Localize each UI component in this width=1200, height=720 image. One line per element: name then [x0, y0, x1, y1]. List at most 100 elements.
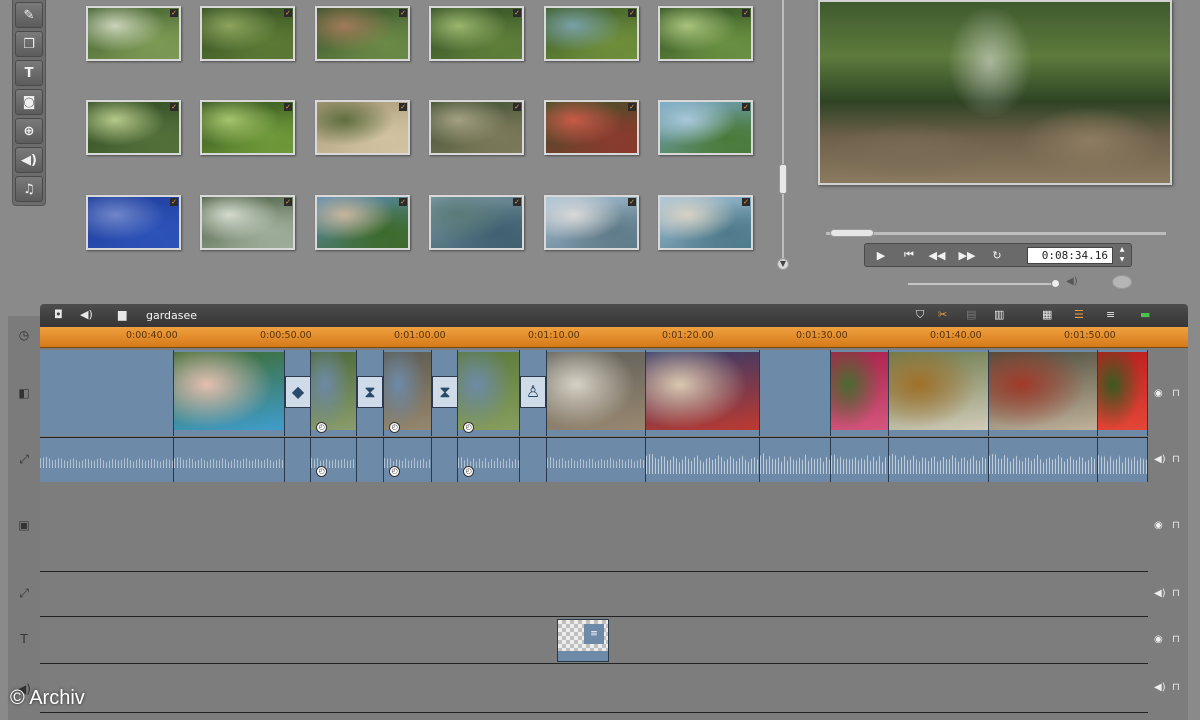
timecode-spinner[interactable]: ▲ ▼ [1115, 245, 1129, 265]
eye-icon[interactable]: ◉ [1154, 634, 1163, 645]
media-thumbnail[interactable]: ✓ [658, 6, 753, 61]
scroll-down-icon[interactable]: ▼ [777, 258, 789, 270]
lane-divider [40, 712, 1148, 713]
video-clip[interactable] [646, 350, 760, 436]
volume-slider[interactable] [908, 283, 1058, 285]
lock-icon[interactable]: ⊓ [1172, 520, 1180, 531]
forward-icon[interactable]: ▶▶ [955, 246, 979, 264]
media-thumbnail[interactable]: ✓ [658, 100, 753, 155]
media-thumbnail[interactable]: ✓ [86, 100, 181, 155]
timeline-view-icon[interactable]: ☰ [1074, 308, 1084, 321]
shield-icon[interactable]: ⛉ [916, 308, 924, 322]
audio-clip[interactable] [285, 438, 311, 482]
media-thumbnail[interactable]: ✓ [658, 195, 753, 250]
camcorder-icon[interactable]: ◘ [54, 308, 63, 321]
rewind-icon[interactable]: ◀◀ [925, 246, 949, 264]
video-clip[interactable] [760, 350, 831, 436]
audio-clip[interactable] [547, 438, 646, 482]
video-clip[interactable] [1098, 350, 1148, 436]
video-clip[interactable] [174, 350, 285, 436]
title-track-icon[interactable]: T [16, 632, 32, 648]
speaker-icon[interactable]: ◀) [80, 308, 93, 321]
scroll-thumb[interactable] [779, 164, 787, 194]
lock-icon[interactable]: ⊓ [1172, 588, 1180, 599]
clock-icon[interactable]: ◷ [16, 328, 32, 344]
media-thumbnail[interactable]: ✓ [86, 195, 181, 250]
title-clip[interactable]: ≡ [557, 619, 609, 662]
audio-clip[interactable] [1098, 438, 1148, 482]
video-clip[interactable] [889, 350, 989, 436]
razor-icon[interactable]: ✂ [938, 308, 947, 321]
media-thumbnail[interactable]: ✓ [315, 6, 410, 61]
folder-icon[interactable]: ▆ [118, 308, 126, 321]
title-clip-bar [558, 651, 608, 661]
media-thumbnail[interactable]: ✓ [544, 100, 639, 155]
sound-effect-icon[interactable]: ◀) [15, 147, 43, 173]
timeline-ruler[interactable]: 0:00:40.00 0:00:50.00 0:01:00.00 0:01:10.00… [40, 327, 1188, 348]
text-view-icon[interactable]: ≡ [1106, 308, 1115, 321]
audio-clip[interactable] [989, 438, 1098, 482]
transition-icon[interactable]: ❐ [15, 31, 43, 57]
audio-clip[interactable] [760, 438, 831, 482]
disc-icon[interactable] [1112, 275, 1132, 289]
video-track-icon[interactable]: ◧ [16, 386, 32, 402]
media-thumbnail[interactable]: ✓ [429, 6, 524, 61]
library-scrollbar[interactable]: ▼ [777, 0, 789, 270]
copyright-watermark: © Archiv [10, 687, 85, 709]
media-thumbnail[interactable]: ✓ [200, 6, 295, 61]
loop-icon[interactable]: ↻ [985, 246, 1009, 264]
audio-clip[interactable] [646, 438, 760, 482]
audio-link-icon[interactable]: ⤢ [16, 586, 32, 602]
disc-menu-icon[interactable]: ⊕ [15, 118, 43, 144]
lock-icon[interactable]: ⊓ [1172, 388, 1180, 399]
media-thumbnail[interactable]: ✓ [200, 100, 295, 155]
audio-clip[interactable] [432, 438, 458, 482]
transition-icon[interactable]: ⧗ [357, 376, 383, 408]
eye-icon[interactable]: ◉ [1154, 388, 1163, 399]
volume-handle[interactable] [1050, 279, 1060, 288]
eye-icon[interactable]: ◉ [1154, 520, 1163, 531]
audio-clip[interactable] [40, 438, 174, 482]
audio-clip[interactable] [831, 438, 889, 482]
audio-clip[interactable] [889, 438, 989, 482]
media-thumbnail[interactable]: ✓ [429, 195, 524, 250]
volume-icon[interactable]: ◀) [1154, 682, 1166, 693]
media-thumbnail[interactable]: ✓ [86, 6, 181, 61]
media-thumbnail[interactable]: ✓ [200, 195, 295, 250]
music-icon[interactable]: ♫ [15, 176, 43, 202]
speaker-icon[interactable]: ◀) [1066, 276, 1078, 287]
volume-icon[interactable]: ◀) [1154, 454, 1166, 465]
media-thumbnail[interactable]: ✓ [544, 6, 639, 61]
audio-clip[interactable] [174, 438, 285, 482]
trash-icon[interactable]: ▥ [994, 308, 1004, 321]
transition-icon[interactable]: ◆ [285, 376, 311, 408]
video-clip[interactable] [547, 350, 646, 436]
camera-icon[interactable]: ◙ [15, 89, 43, 115]
transition-icon[interactable]: ♙ [520, 376, 546, 408]
lock-icon[interactable]: ⊓ [1172, 634, 1180, 645]
pen-image-icon[interactable]: ✎ [15, 2, 43, 28]
grid-icon[interactable]: ▤ [966, 308, 976, 321]
skip-start-icon[interactable]: ⏮ [897, 246, 921, 264]
video-clip[interactable] [40, 350, 174, 436]
media-thumbnail[interactable]: ✓ [315, 195, 410, 250]
video-clip[interactable] [831, 350, 889, 436]
overlay-track-icon[interactable]: ▣ [16, 518, 32, 534]
audio-clip[interactable] [520, 438, 547, 482]
lock-icon[interactable]: ⊓ [1172, 454, 1180, 465]
media-thumbnail[interactable]: ✓ [429, 100, 524, 155]
scrubber-handle[interactable] [830, 229, 874, 237]
video-clip[interactable] [989, 350, 1098, 436]
timecode-field[interactable]: 0:08:34.16 [1027, 247, 1113, 264]
media-thumbnail[interactable]: ✓ [315, 100, 410, 155]
audio-link-icon[interactable]: ⤢ [16, 452, 32, 468]
play-icon[interactable]: ▶ [869, 246, 893, 264]
preview-scrubber[interactable] [826, 232, 1166, 235]
transition-icon[interactable]: ⧗ [432, 376, 458, 408]
title-icon[interactable]: T [15, 60, 43, 86]
volume-icon[interactable]: ◀) [1154, 588, 1166, 599]
media-thumbnail[interactable]: ✓ [544, 195, 639, 250]
lock-icon[interactable]: ⊓ [1172, 682, 1180, 693]
storyboard-view-icon[interactable]: ▦ [1042, 308, 1052, 321]
audio-clip[interactable] [357, 438, 384, 482]
